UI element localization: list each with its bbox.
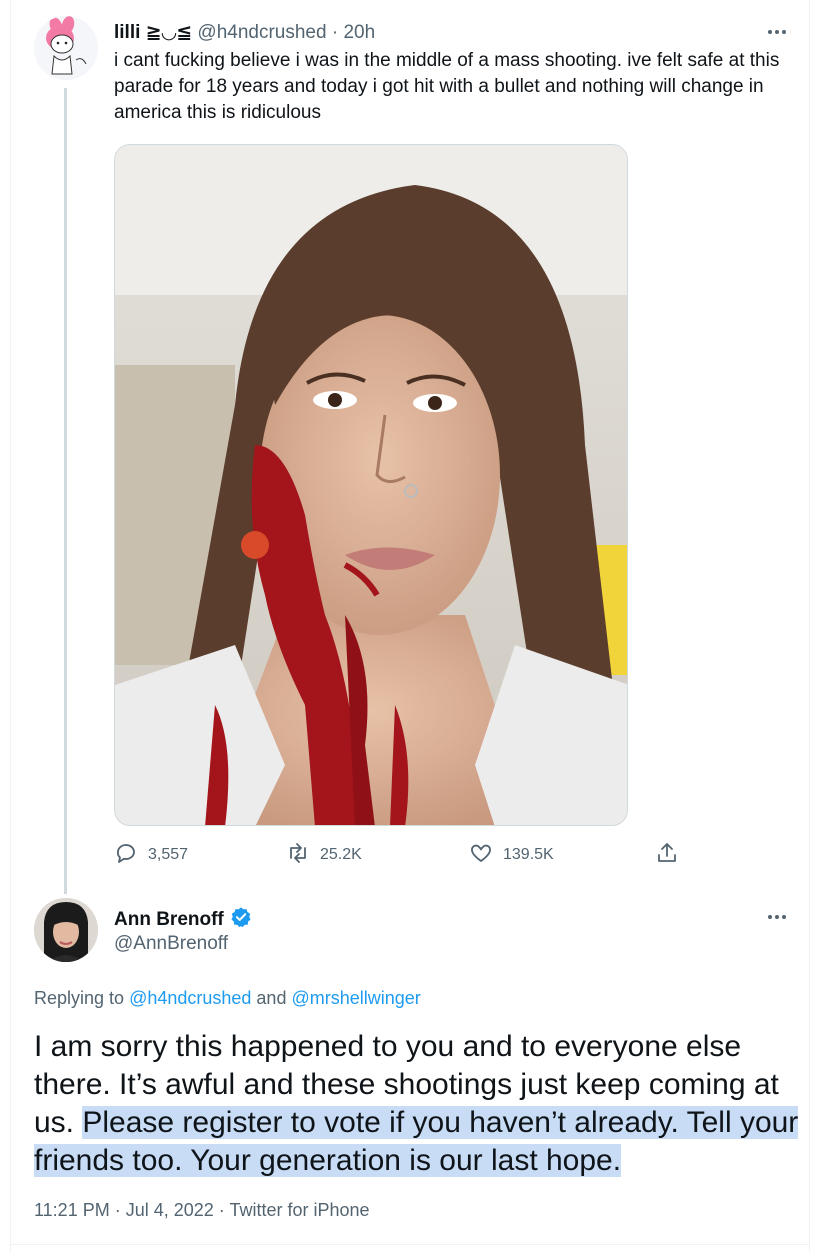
separator: · (331, 22, 339, 43)
tweet-photo[interactable] (114, 144, 628, 826)
retweet-count: 25.2K (320, 846, 362, 863)
tweet-text: I am sorry this happened to you and to e… (34, 1028, 804, 1180)
avatar[interactable] (34, 898, 98, 962)
verified-icon (230, 906, 252, 934)
reply-count: 3,557 (148, 846, 189, 863)
replying-and: and (251, 988, 292, 1008)
author-name[interactable]: Ann Brenoff (114, 906, 252, 934)
replying-prefix: Replying to (34, 988, 130, 1008)
frame-right-border (809, 0, 810, 1252)
retweet-button[interactable]: 25.2K (286, 840, 362, 870)
retweet-icon (286, 841, 310, 870)
like-icon (469, 841, 493, 870)
reply-icon (114, 841, 138, 870)
tweet-actions: 3,557 25.2K 139.5K (114, 840, 694, 870)
author-name-text: Ann Brenoff (114, 909, 224, 930)
divider (10, 1244, 810, 1245)
reply-mention-link[interactable]: @mrshellwinger (291, 988, 420, 1008)
reply-button[interactable]: 3,557 (114, 840, 188, 870)
share-icon (655, 841, 679, 870)
author-handle[interactable]: @AnnBrenoff (114, 933, 228, 955)
more-icon[interactable] (764, 27, 790, 37)
avatar[interactable] (34, 16, 98, 80)
author-name[interactable]: lilli ≧◡≦ (114, 22, 192, 43)
like-button[interactable]: 139.5K (469, 840, 554, 870)
share-button[interactable] (655, 840, 679, 870)
thread-line (64, 88, 67, 894)
tweet-text-highlighted: Please register to vote if you haven’t a… (34, 1106, 799, 1177)
like-count: 139.5K (503, 846, 554, 863)
tweet-text: i cant fucking believe i was in the midd… (114, 50, 780, 123)
replying-to: Replying to @h4ndcrushed and @mrshellwin… (34, 988, 421, 1009)
tweet-meta[interactable]: 11:21 PM · Jul 4, 2022 · Twitter for iPh… (34, 1200, 370, 1221)
reply-mention-link[interactable]: @h4ndcrushed (129, 988, 251, 1008)
frame-left-border (10, 0, 11, 1252)
author-handle[interactable]: @h4ndcrushed (197, 22, 326, 43)
tweet-time[interactable]: 20h (343, 22, 375, 43)
tweet-header: lilli ≧◡≦ @h4ndcrushed · 20h (114, 22, 375, 44)
more-icon[interactable] (764, 912, 790, 922)
